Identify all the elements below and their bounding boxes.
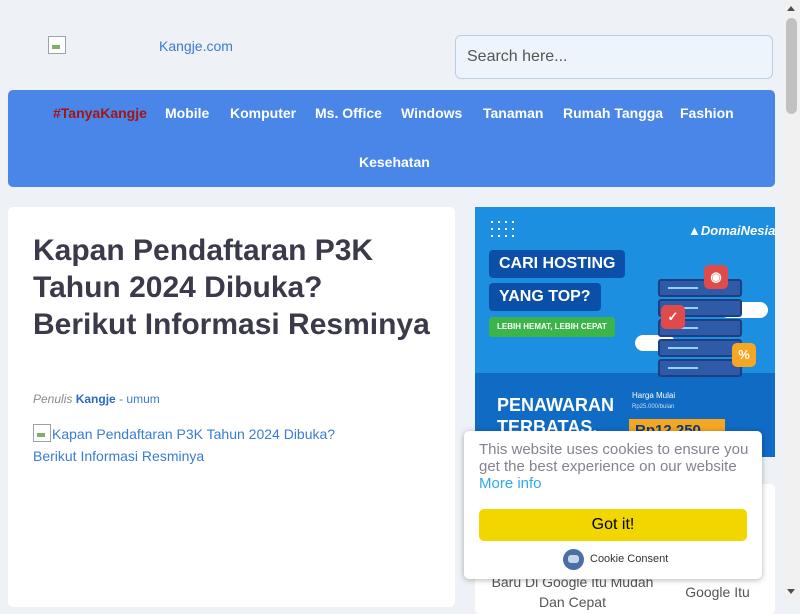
server-icon <box>658 339 742 357</box>
article-image-alt: Kapan Pendaftaran P3K Tahun 2024 Dibuka?… <box>33 426 336 464</box>
main-nav: #TanyaKangje Mobile Komputer Ms. Office … <box>8 90 775 187</box>
logo[interactable]: Kangje.com <box>48 36 233 56</box>
cookie-accept-button[interactable]: Got it! <box>479 509 747 541</box>
ad-banner[interactable]: ▲DomaiNesia CARI HOSTING YANG TOP? LEBIH… <box>475 207 775 457</box>
cookie-brand: Cookie Consent <box>590 553 669 565</box>
cookie-more-info-link[interactable]: More info <box>479 475 542 492</box>
author-link[interactable]: Kangje <box>76 392 116 406</box>
search-input[interactable] <box>455 35 773 79</box>
server-icon <box>658 279 742 297</box>
ad-headline-2: YANG TOP? <box>489 283 601 311</box>
nav-item-kesehatan[interactable]: Kesehatan <box>359 139 430 185</box>
related-post-link[interactable]: Google Itu <box>670 582 765 602</box>
ad-price-label: Harga Mulai <box>632 391 676 400</box>
nav-item-tanyakangje[interactable]: #TanyaKangje <box>53 90 147 136</box>
nav-item-fashion[interactable]: Fashion <box>680 90 734 136</box>
globe-icon: ◉ <box>704 265 728 289</box>
scroll-down-arrow-icon[interactable] <box>783 583 800 600</box>
logo-link[interactable]: Kangje.com <box>159 38 233 54</box>
category-link[interactable]: umum <box>126 392 159 406</box>
broken-image-icon <box>33 424 51 442</box>
nav-row-2: Kesehatan <box>8 139 775 188</box>
cookie-consent-banner: This website uses cookies to ensure you … <box>464 431 762 579</box>
article-image: Kapan Pendaftaran P3K Tahun 2024 Dibuka?… <box>33 423 363 467</box>
scroll-up-arrow-icon[interactable] <box>783 0 800 17</box>
cookie-message: This website uses cookies to ensure you … <box>479 441 749 492</box>
nav-item-komputer[interactable]: Komputer <box>230 90 296 136</box>
article-title: Kapan Pendaftaran P3K Tahun 2024 Dibuka?… <box>33 234 430 341</box>
cookie-consent-logo-icon <box>563 549 584 570</box>
scrollbar[interactable] <box>783 0 800 600</box>
scroll-thumb[interactable] <box>786 18 797 114</box>
nav-item-tanaman[interactable]: Tanaman <box>483 90 543 136</box>
article-card: Kapan Pendaftaran P3K Tahun 2024 Dibuka?… <box>8 207 455 607</box>
ad-tagline: LEBIH HEMAT, LEBIH CEPAT <box>489 317 615 337</box>
ad-brand: ▲DomaiNesia <box>688 223 775 238</box>
nav-item-windows[interactable]: Windows <box>401 90 462 136</box>
nav-item-rumah-tangga[interactable]: Rumah Tangga <box>563 90 663 136</box>
meta-separator: - <box>119 392 124 406</box>
ad-headline-1: CARI HOSTING <box>489 250 626 278</box>
nav-item-mobile[interactable]: Mobile <box>165 90 209 136</box>
article-meta: Penulis Kangje - umum <box>33 392 160 406</box>
broken-image-icon <box>48 36 66 54</box>
author-prefix: Penulis <box>33 392 73 406</box>
ad-price-old: Rp25.000/bulan <box>632 404 675 410</box>
percent-icon: % <box>732 343 756 367</box>
nav-row-1: #TanyaKangje Mobile Komputer Ms. Office … <box>8 90 775 139</box>
thumbs-up-icon: ✓ <box>661 305 685 329</box>
nav-item-ms-office[interactable]: Ms. Office <box>315 90 382 136</box>
server-icon <box>658 359 742 377</box>
